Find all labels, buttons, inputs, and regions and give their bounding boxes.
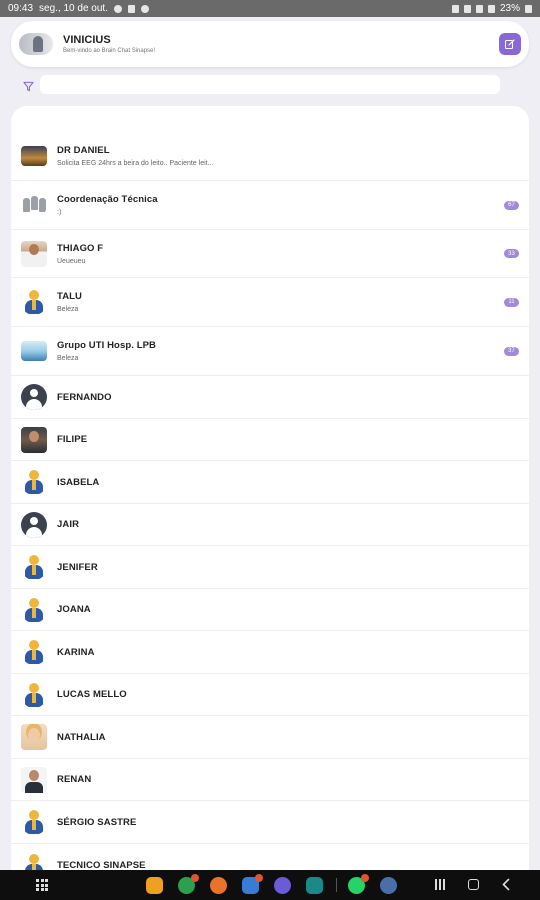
wifi-icon xyxy=(475,4,483,13)
settings-app-icon[interactable] xyxy=(380,877,397,894)
unread-badge: 37 xyxy=(504,346,519,356)
chat-name: NATHALIA xyxy=(57,731,106,743)
navigation-bar xyxy=(0,870,540,900)
filter-icon[interactable] xyxy=(23,81,34,92)
chat-preview: :) xyxy=(57,209,62,216)
chat-row-sergio-sastre[interactable]: SÉRGIO SASTRE xyxy=(11,801,529,844)
default-user-avatar xyxy=(21,809,47,835)
person-icon xyxy=(21,511,47,538)
chat-preview: Beleza xyxy=(57,355,79,362)
user-avatar[interactable] xyxy=(19,33,53,55)
user-name: VINICIUS xyxy=(63,34,111,46)
status-date: seg., 10 de out. xyxy=(39,3,108,14)
chat-row-dr-daniel[interactable]: DR DANIEL Solicita EEG 24hrs a beira do … xyxy=(11,132,529,181)
chat-name: JAIR xyxy=(57,519,80,530)
chat-name: TECNICO SINAPSE xyxy=(57,860,146,870)
chat-row-jenifer[interactable]: JENIFER xyxy=(11,546,529,589)
chat-name: THIAGO F xyxy=(57,242,104,254)
chat-name: SÉRGIO SASTRE xyxy=(57,816,137,828)
person-icon xyxy=(21,384,47,410)
unread-badge: 67 xyxy=(504,200,519,210)
browser-app-icon[interactable] xyxy=(274,877,291,894)
chat-row-coordenacao-tecnica[interactable]: Coordenação Técnica :) 67 xyxy=(11,181,529,230)
recent-apps-button[interactable] xyxy=(435,879,447,890)
search-input[interactable] xyxy=(40,75,500,94)
user-photo-avatar xyxy=(21,240,47,267)
chat-name: Grupo UTI Hosp. LPB xyxy=(57,340,157,351)
user-photo-avatar xyxy=(21,426,47,453)
profile-header: VINICIUS Bem-vindo ao Brain Chat Sinapse… xyxy=(11,21,529,67)
battery-level: 23% xyxy=(499,3,520,14)
chat-list: DR DANIEL Solicita EEG 24hrs a beira do … xyxy=(11,106,529,870)
chat-row-lucas-mello[interactable]: LUCAS MELLO xyxy=(11,674,529,716)
chat-name: FERNANDO xyxy=(57,391,112,403)
home-button[interactable] xyxy=(468,879,479,890)
unread-badge: 33 xyxy=(504,249,519,258)
chat-row-fernando[interactable]: FERNANDO xyxy=(11,376,529,419)
user-photo-avatar xyxy=(21,724,47,750)
default-user-avatar xyxy=(21,469,47,495)
phone-app-icon[interactable] xyxy=(178,874,199,894)
chat-name: JENIFER xyxy=(57,561,98,573)
compose-icon xyxy=(504,39,515,50)
dock-divider xyxy=(336,878,337,892)
default-user-avatar xyxy=(21,682,47,708)
chat-name: JOANA xyxy=(57,604,91,615)
chat-row-jair[interactable]: JAIR xyxy=(11,504,529,546)
user-photo-avatar xyxy=(21,766,47,793)
alarm-icon xyxy=(451,4,459,13)
chat-row-renan[interactable]: RENAN xyxy=(11,759,529,801)
chat-preview: Solicita EEG 24hrs a beira do leito.. Pa… xyxy=(57,160,214,167)
chat-name: LUCAS MELLO xyxy=(57,689,127,700)
chat-name: Coordenação Técnica xyxy=(57,194,158,205)
chat-row-nathalia[interactable]: NATHALIA xyxy=(11,716,529,759)
battery-icon xyxy=(525,4,532,13)
new-chat-button[interactable] xyxy=(499,33,521,55)
chat-name: ISABELA xyxy=(57,476,100,488)
chat-row-karina[interactable]: KARINA xyxy=(11,631,529,674)
telegram-notification-icon xyxy=(113,4,122,13)
chat-preview: Beleza xyxy=(57,306,79,313)
chat-row-filipe[interactable]: FILIPE xyxy=(11,419,529,461)
chat-row-thiago-f[interactable]: THIAGO F Ueueueu 33 xyxy=(11,230,529,278)
default-user-avatar xyxy=(21,554,47,580)
chat-preview: Ueueueu xyxy=(57,257,86,265)
signal-icon xyxy=(487,4,495,13)
default-user-avatar xyxy=(21,639,47,665)
chat-name: DR DANIEL xyxy=(57,145,110,156)
group-photo-avatar xyxy=(21,341,47,361)
whatsapp-app-icon[interactable] xyxy=(348,874,369,894)
files-app-icon[interactable] xyxy=(146,877,163,894)
app-drawer-icon[interactable] xyxy=(36,879,48,891)
chat-row-tecnico-sinapse[interactable]: TECNICO SINAPSE xyxy=(11,844,529,870)
chat-row-grupo-uti[interactable]: Grupo UTI Hosp. LPB Beleza 37 xyxy=(11,327,529,376)
welcome-text: Bem-vindo ao Brain Chat Sinapse! xyxy=(63,48,156,54)
status-time: 09:43 xyxy=(8,3,34,14)
group-avatar xyxy=(21,192,47,218)
chat-name: RENAN xyxy=(57,774,92,785)
chat-name: FILIPE xyxy=(57,434,88,445)
default-user-avatar xyxy=(21,289,47,315)
status-bar: 09:43 seg., 10 de out. 23% xyxy=(0,0,540,17)
chat-row-talu[interactable]: TALU Beleza 11 xyxy=(11,278,529,327)
group-photo-avatar xyxy=(21,146,47,166)
chat-name: KARINA xyxy=(57,646,95,658)
chat-row-isabela[interactable]: ISABELA xyxy=(11,461,529,504)
contacts-app-icon[interactable] xyxy=(210,877,227,894)
calendar-app-icon[interactable] xyxy=(306,877,323,894)
mute-icon xyxy=(463,4,471,13)
chat-name: TALU xyxy=(57,291,83,302)
notification-icon xyxy=(127,4,135,13)
default-user-avatar xyxy=(21,597,47,623)
back-button[interactable] xyxy=(500,878,512,891)
account-notification-icon xyxy=(140,4,149,13)
default-user-avatar xyxy=(21,853,47,870)
unread-badge: 11 xyxy=(504,297,519,307)
chat-row-joana[interactable]: JOANA xyxy=(11,589,529,631)
messages-app-icon[interactable] xyxy=(242,874,263,894)
